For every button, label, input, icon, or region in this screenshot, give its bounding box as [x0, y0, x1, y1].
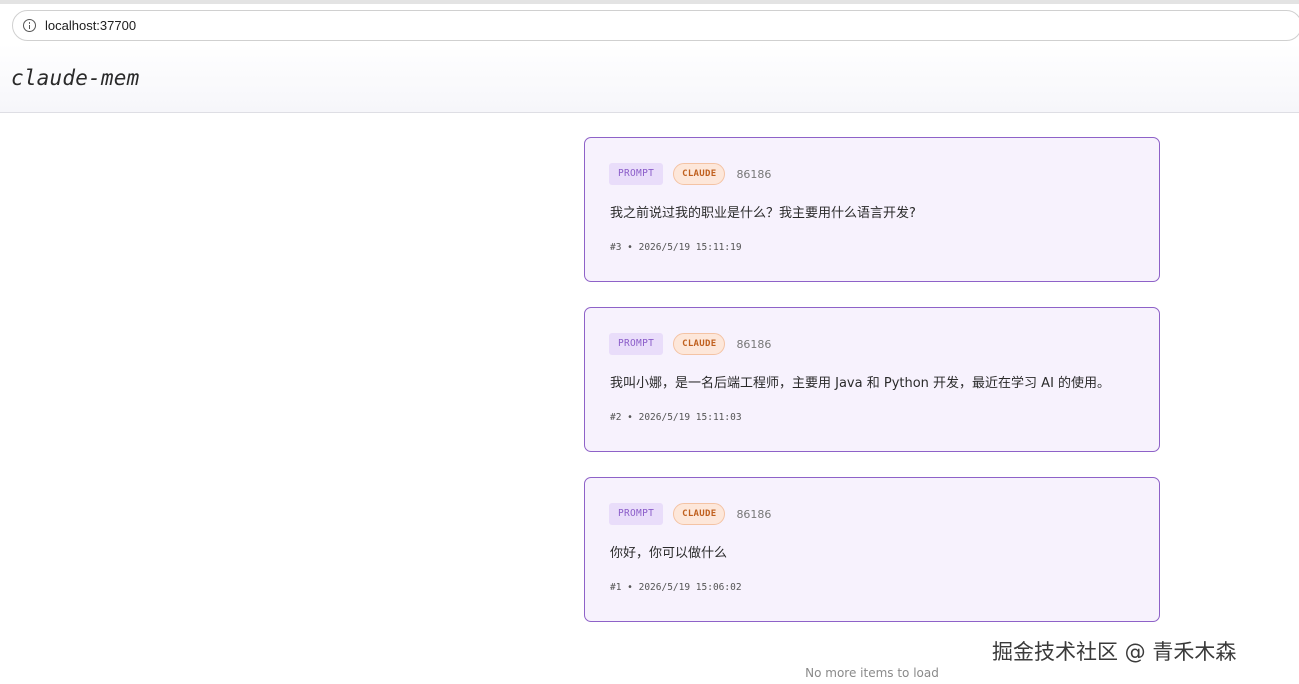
url-text[interactable]: localhost:37700	[45, 18, 136, 33]
prompt-type-badge: PROMPT	[609, 333, 664, 355]
app-title: claude-mem	[11, 66, 140, 90]
prompt-card[interactable]: PROMPT CLAUDE 86186 你好，你可以做什么 #1 • 2026/…	[584, 477, 1160, 622]
prompt-text: 我叫小娜，是一名后端工程师，主要用 Java 和 Python 开发，最近在学习…	[610, 376, 1111, 391]
prompt-meta: #3 • 2026/5/19 15:11:19	[610, 242, 742, 253]
prompt-text: 我之前说过我的职业是什么？我主要用什么语言开发?	[610, 206, 916, 221]
session-id: 86186	[736, 337, 772, 351]
session-id: 86186	[736, 167, 772, 181]
card-tags: PROMPT CLAUDE 86186	[609, 503, 771, 525]
app-header: claude-mem	[0, 44, 1299, 113]
browser-toolbar: localhost:37700	[0, 0, 1299, 44]
source-badge: CLAUDE	[673, 333, 726, 355]
source-badge: CLAUDE	[673, 503, 726, 525]
prompt-card[interactable]: PROMPT CLAUDE 86186 我之前说过我的职业是什么？我主要用什么语…	[584, 137, 1160, 282]
source-badge: CLAUDE	[673, 163, 726, 185]
watermark: 掘金技术社区 @ 青禾木森	[992, 640, 1237, 664]
prompt-card[interactable]: PROMPT CLAUDE 86186 我叫小娜，是一名后端工程师，主要用 Ja…	[584, 307, 1160, 452]
prompt-meta: #2 • 2026/5/19 15:11:03	[610, 412, 742, 423]
prompt-feed: PROMPT CLAUDE 86186 我之前说过我的职业是什么？我主要用什么语…	[584, 137, 1160, 647]
session-id: 86186	[736, 507, 772, 521]
card-tags: PROMPT CLAUDE 86186	[609, 333, 771, 355]
prompt-type-badge: PROMPT	[609, 503, 664, 525]
prompt-meta: #1 • 2026/5/19 15:06:02	[610, 582, 742, 593]
address-bar[interactable]: localhost:37700	[12, 10, 1299, 41]
prompt-text: 你好，你可以做什么	[610, 546, 728, 561]
prompt-type-badge: PROMPT	[609, 163, 664, 185]
site-info-icon[interactable]	[23, 19, 36, 32]
end-of-list-status: No more items to load	[805, 666, 939, 680]
card-tags: PROMPT CLAUDE 86186	[609, 163, 771, 185]
